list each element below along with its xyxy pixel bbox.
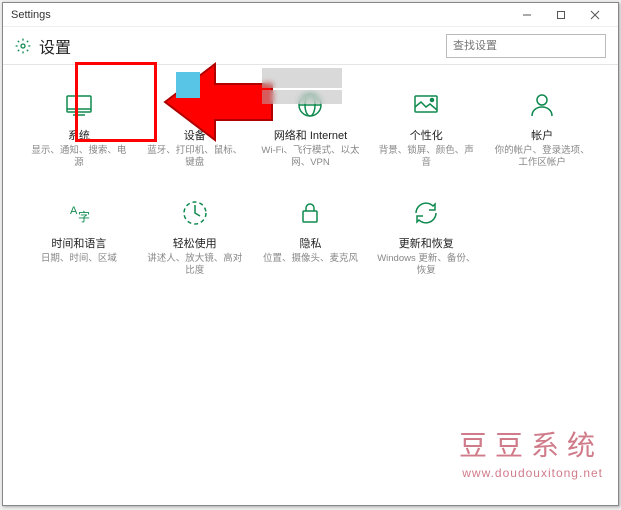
tile-title: 系统 <box>68 127 90 143</box>
tiles-grid: 系统 显示、通知、搜索、电源 设备 蓝牙、打印机、鼠标、键盘 网络和 Inter… <box>3 65 618 505</box>
tile-title: 隐私 <box>299 235 321 251</box>
tile-title: 帐户 <box>531 127 553 143</box>
window-title: Settings <box>11 9 51 21</box>
tile-title: 网络和 Internet <box>274 127 347 143</box>
tile-desc: 讲述人、放大镜、高对比度 <box>141 253 249 278</box>
tile-desc: 位置、摄像头、麦克风 <box>259 253 362 265</box>
tile-desc: 蓝牙、打印机、鼠标、键盘 <box>141 145 249 170</box>
svg-text:A: A <box>70 205 78 217</box>
tile-desc: Wi-Fi、飞行模式、以太网、VPN <box>257 145 365 170</box>
tile-accounts[interactable]: 帐户 你的帐户、登录选项、工作区帐户 <box>486 85 598 185</box>
tile-desc: 日期、时间、区域 <box>37 253 121 265</box>
tile-ease-of-access[interactable]: 轻松使用 讲述人、放大镜、高对比度 <box>139 193 251 293</box>
tile-devices[interactable]: 设备 蓝牙、打印机、鼠标、键盘 <box>139 85 251 185</box>
tile-privacy[interactable]: 隐私 位置、摄像头、麦克风 <box>255 193 367 293</box>
search-input[interactable] <box>446 34 606 58</box>
tile-title: 更新和恢复 <box>399 235 454 251</box>
maximize-button[interactable] <box>544 5 578 25</box>
display-icon <box>63 89 95 121</box>
personalization-icon <box>410 89 442 121</box>
lock-icon <box>294 197 326 229</box>
blur-patch <box>176 72 200 98</box>
tile-time-language[interactable]: A字 时间和语言 日期、时间、区域 <box>23 193 135 293</box>
sync-icon <box>410 197 442 229</box>
tile-desc: Windows 更新、备份、恢复 <box>372 253 480 278</box>
titlebar: Settings <box>3 3 618 27</box>
header: 设置 <box>3 27 618 65</box>
svg-text:字: 字 <box>78 209 90 224</box>
tile-desc: 背景、锁屏、颜色、声音 <box>372 145 480 170</box>
blur-patch <box>262 68 342 88</box>
tile-desc: 显示、通知、搜索、电源 <box>25 145 133 170</box>
close-button[interactable] <box>578 5 612 25</box>
tile-update[interactable]: 更新和恢复 Windows 更新、备份、恢复 <box>370 193 482 293</box>
tile-desc: 你的帐户、登录选项、工作区帐户 <box>488 145 596 170</box>
gear-icon <box>15 38 31 54</box>
blur-patch <box>262 90 342 104</box>
language-icon: A字 <box>63 197 95 229</box>
minimize-button[interactable] <box>510 5 544 25</box>
person-icon <box>526 89 558 121</box>
tile-title: 轻松使用 <box>173 235 217 251</box>
tile-title: 设备 <box>184 127 206 143</box>
tile-personalization[interactable]: 个性化 背景、锁屏、颜色、声音 <box>370 85 482 185</box>
tile-title: 时间和语言 <box>51 235 106 251</box>
ease-icon <box>179 197 211 229</box>
tile-title: 个性化 <box>410 127 443 143</box>
page-title: 设置 <box>39 34 446 58</box>
tile-system[interactable]: 系统 显示、通知、搜索、电源 <box>23 85 135 185</box>
